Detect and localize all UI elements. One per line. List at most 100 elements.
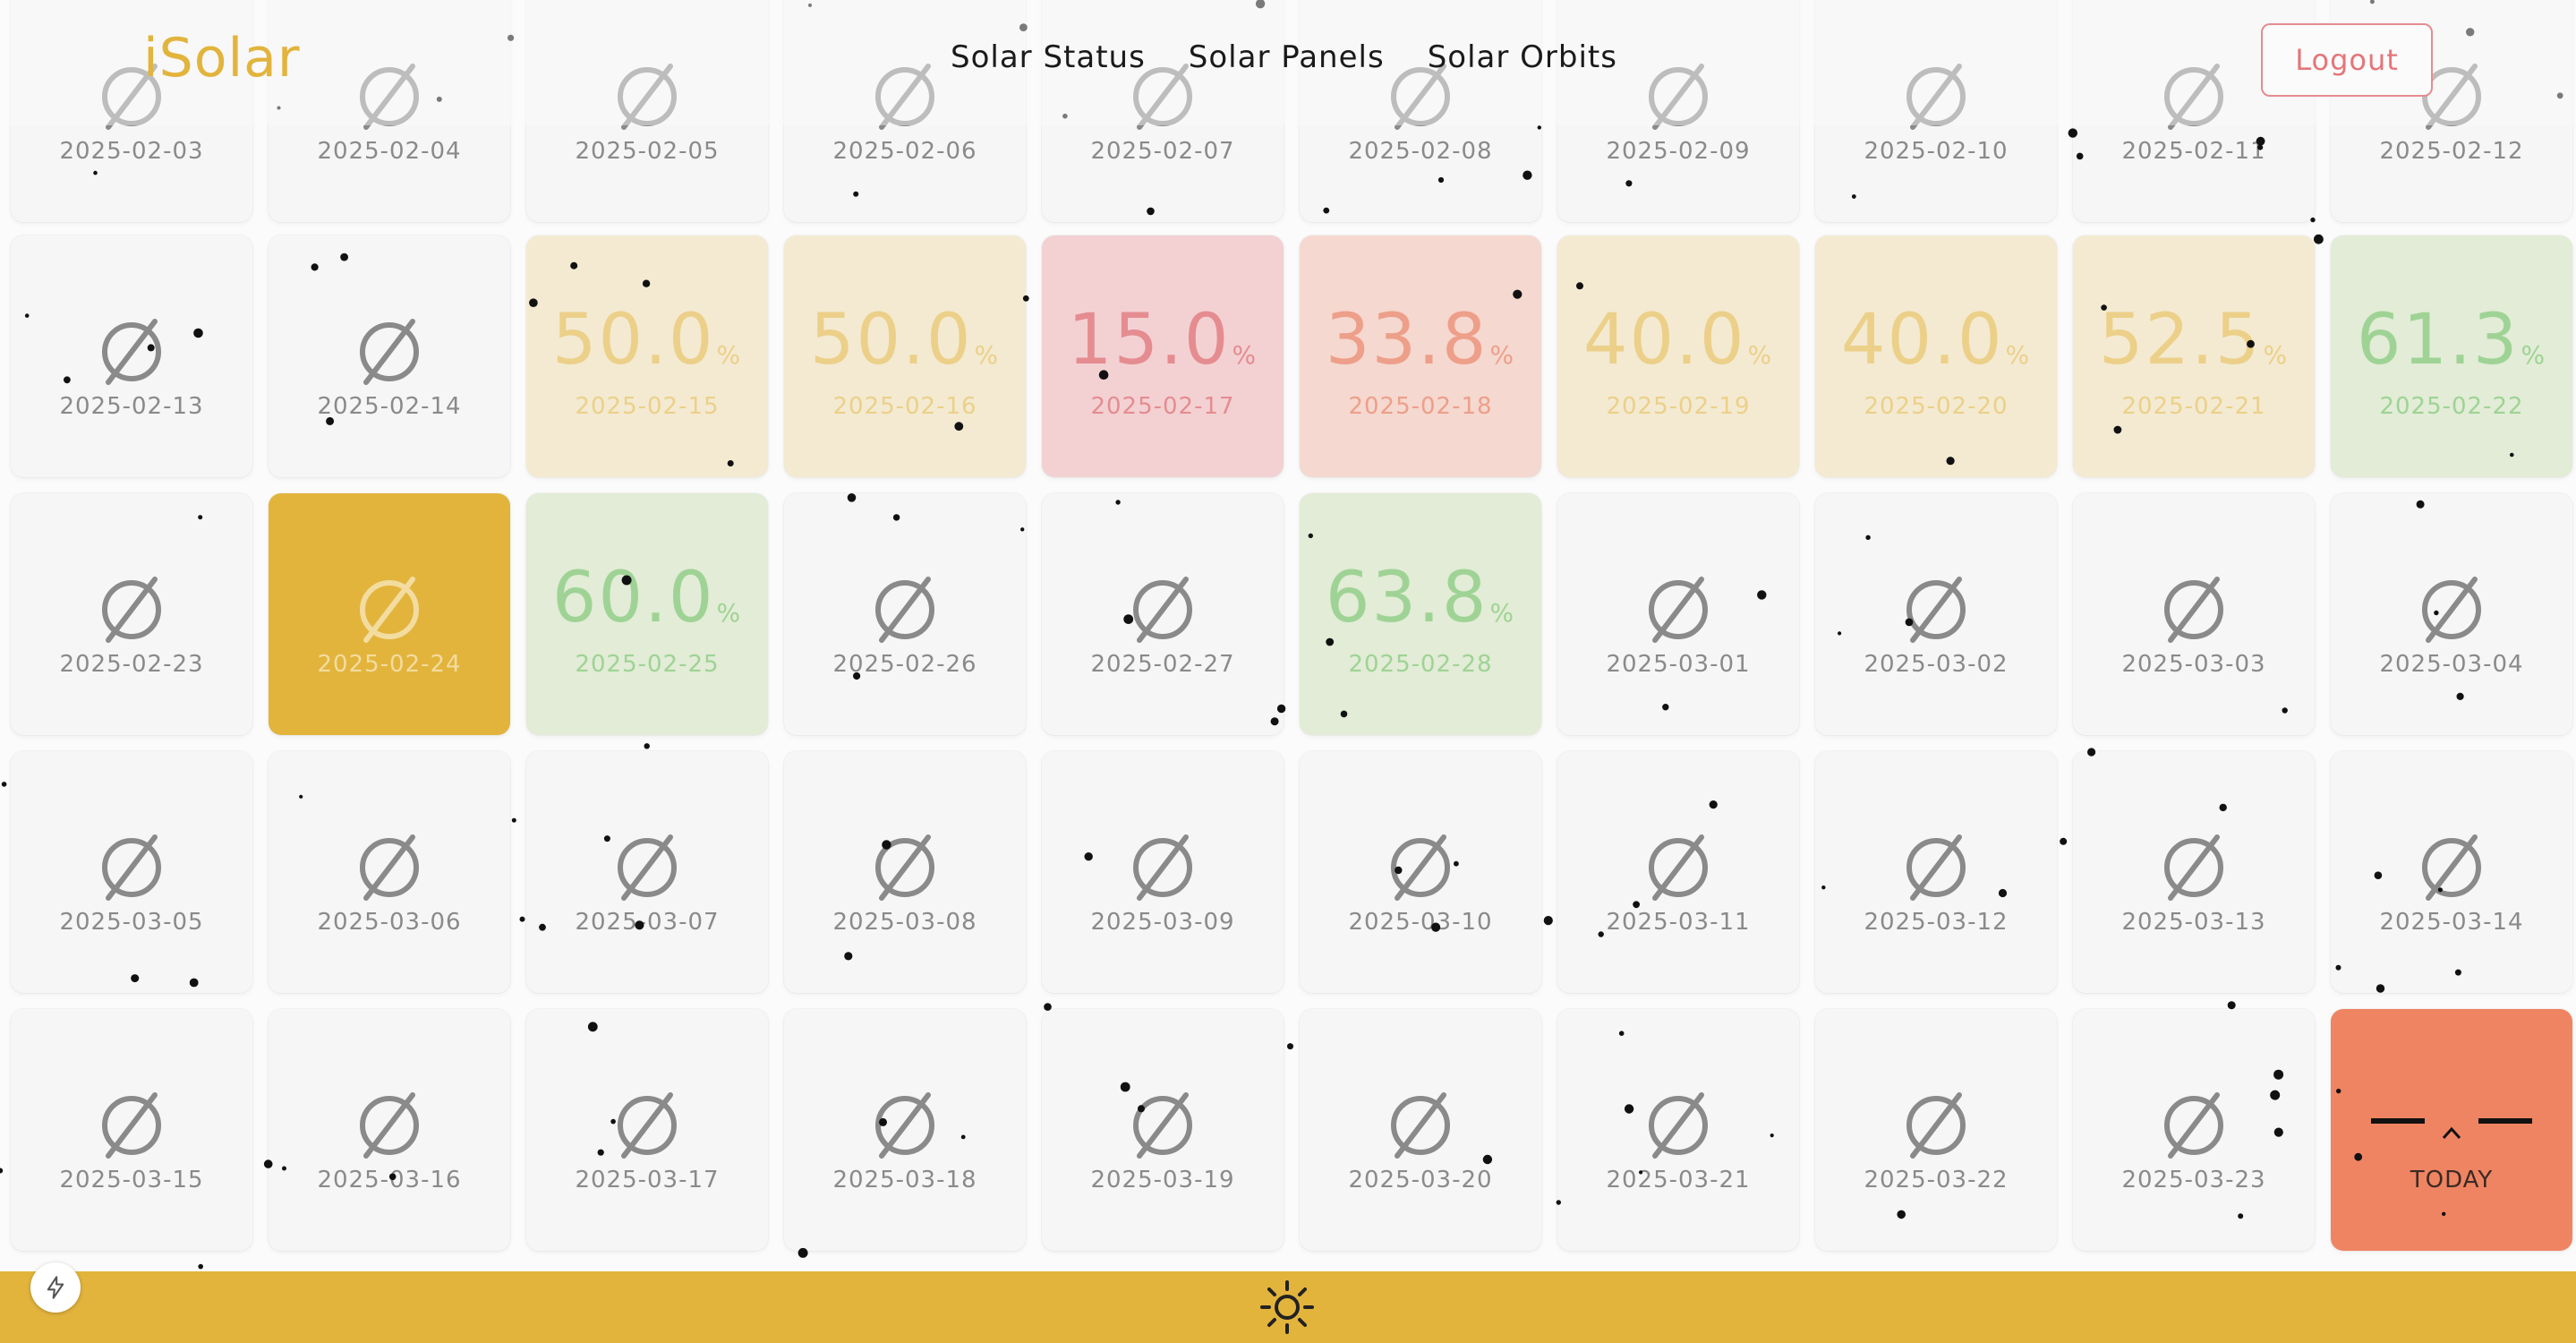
coverage-percent: 15.0% [1067,300,1258,381]
cell-date: 2025-03-15 [59,1167,204,1193]
empty-set-icon [2422,834,2481,901]
cell-date: 2025-03-02 [1864,651,2009,678]
percent-sign: % [974,340,1001,370]
day-cell[interactable]: 2025-03-21 [1557,1009,1799,1251]
day-cell[interactable]: 2025-02-14 [269,235,510,477]
day-cell[interactable]: 2025-03-01 [1557,493,1799,735]
day-cell[interactable]: 50.0% 2025-02-15 [526,235,768,477]
day-cell[interactable]: 2025-03-04 [2331,493,2572,735]
cell-date: 2025-02-05 [575,138,720,165]
day-cell[interactable]: 2025-03-16 [269,1009,510,1251]
day-cell[interactable]: 2025-03-17 [526,1009,768,1251]
coverage-percent: 33.8% [1325,300,1516,381]
day-cell[interactable]: 2025-03-07 [526,751,768,993]
cell-date: 2025-02-25 [575,651,720,678]
empty-set-icon [360,834,419,901]
cell-date: 2025-03-03 [2121,651,2266,678]
empty-set-icon [1649,834,1708,901]
cell-date: 2025-03-06 [317,909,462,936]
nav-solar-orbits[interactable]: Solar Orbits [1428,39,1617,75]
day-cell[interactable]: 63.8% 2025-02-28 [1300,493,1541,735]
cell-date: 2025-02-15 [575,393,720,420]
percent-sign: % [1489,598,1516,628]
empty-set-icon [1906,577,1966,643]
cell-date: 2025-03-23 [2121,1167,2266,1193]
day-cell[interactable]: 2025-03-12 [1815,751,2057,993]
day-cell[interactable]: 40.0% 2025-02-19 [1557,235,1799,477]
empty-set-icon [360,577,419,643]
cell-date: 2025-03-17 [575,1167,720,1193]
day-cell[interactable]: 2025-02-24 [269,493,510,735]
percent-sign: % [2263,340,2290,370]
day-cell[interactable]: 2025-03-05 [11,751,252,993]
cell-date: 2025-02-07 [1090,138,1235,165]
cell-date: 2025-03-11 [1606,909,1751,936]
cell-date: 2025-03-13 [2121,909,2266,936]
day-cell[interactable]: 2025-02-13 [11,235,252,477]
lightning-icon[interactable] [30,1262,81,1313]
today-label: TODAY [2410,1167,2494,1193]
cell-date: 2025-02-27 [1090,651,1235,678]
cell-date: 2025-03-14 [2379,909,2524,936]
day-cell[interactable]: 2025-03-10 [1300,751,1541,993]
cell-date: 2025-03-05 [59,909,204,936]
cell-date: 2025-02-20 [1864,393,2009,420]
cell-date: 2025-03-21 [1606,1167,1751,1193]
coverage-percent: 40.0% [1840,300,2032,381]
coverage-percent: 63.8% [1325,558,1516,638]
empty-set-icon [1906,834,1966,901]
cell-date: 2025-02-16 [832,393,977,420]
day-cell[interactable]: 2025-03-08 [784,751,1026,993]
logo[interactable]: iSolar [143,27,301,90]
cell-date: 2025-03-22 [1864,1167,2009,1193]
day-cell[interactable]: 2025-03-15 [11,1009,252,1251]
day-cell[interactable]: 52.5% 2025-02-21 [2073,235,2315,477]
coverage-percent: 50.0% [551,300,743,381]
day-cell-today[interactable]: TODAY [2331,1009,2572,1251]
cell-date: 2025-03-20 [1348,1167,1493,1193]
cell-date: 2025-02-14 [317,393,462,420]
cell-date: 2025-02-26 [832,651,977,678]
cell-date: 2025-02-08 [1348,138,1493,165]
day-cell[interactable]: 2025-03-11 [1557,751,1799,993]
nav-solar-panels[interactable]: Solar Panels [1189,39,1385,75]
day-cell[interactable]: 2025-03-19 [1042,1009,1284,1251]
cell-date: 2025-02-03 [59,138,204,165]
day-cell[interactable]: 33.8% 2025-02-18 [1300,235,1541,477]
cell-date: 2025-02-13 [59,393,204,420]
day-cell[interactable]: 2025-03-23 [2073,1009,2315,1251]
day-cell[interactable]: 2025-03-22 [1815,1009,2057,1251]
header: iSolar Solar Status Solar Panels Solar O… [0,0,2576,125]
percent-sign: % [2005,340,2032,370]
empty-set-icon [1649,1092,1708,1159]
day-cell[interactable]: 2025-03-03 [2073,493,2315,735]
day-cell[interactable]: 2025-03-06 [269,751,510,993]
cell-date: 2025-02-23 [59,651,204,678]
day-cell[interactable]: 2025-02-23 [11,493,252,735]
day-cell[interactable]: 2025-02-26 [784,493,1026,735]
empty-set-icon [360,319,419,385]
cell-date: 2025-02-06 [832,138,977,165]
day-cell[interactable]: 60.0% 2025-02-25 [526,493,768,735]
day-cell[interactable]: 40.0% 2025-02-20 [1815,235,2057,477]
day-cell[interactable]: 61.3% 2025-02-22 [2331,235,2572,477]
coverage-percent: 50.0% [809,300,1001,381]
empty-set-icon [618,1092,677,1159]
day-cell[interactable]: 2025-03-20 [1300,1009,1541,1251]
sun-icon[interactable] [1258,1279,1316,1336]
cell-date: 2025-02-09 [1606,138,1751,165]
day-cell[interactable]: 2025-03-02 [1815,493,2057,735]
day-cell[interactable]: 2025-03-18 [784,1009,1026,1251]
day-cell[interactable]: 2025-03-14 [2331,751,2572,993]
empty-set-icon [1906,1092,1966,1159]
logout-button[interactable]: Logout [2261,23,2433,97]
cell-date: 2025-03-12 [1864,909,2009,936]
day-cell[interactable]: 2025-03-09 [1042,751,1284,993]
cell-date: 2025-02-28 [1348,651,1493,678]
day-cell[interactable]: 15.0% 2025-02-17 [1042,235,1284,477]
cell-date: 2025-02-17 [1090,393,1235,420]
day-cell[interactable]: 2025-03-13 [2073,751,2315,993]
day-cell[interactable]: 50.0% 2025-02-16 [784,235,1026,477]
day-cell[interactable]: 2025-02-27 [1042,493,1284,735]
nav-solar-status[interactable]: Solar Status [951,39,1146,75]
